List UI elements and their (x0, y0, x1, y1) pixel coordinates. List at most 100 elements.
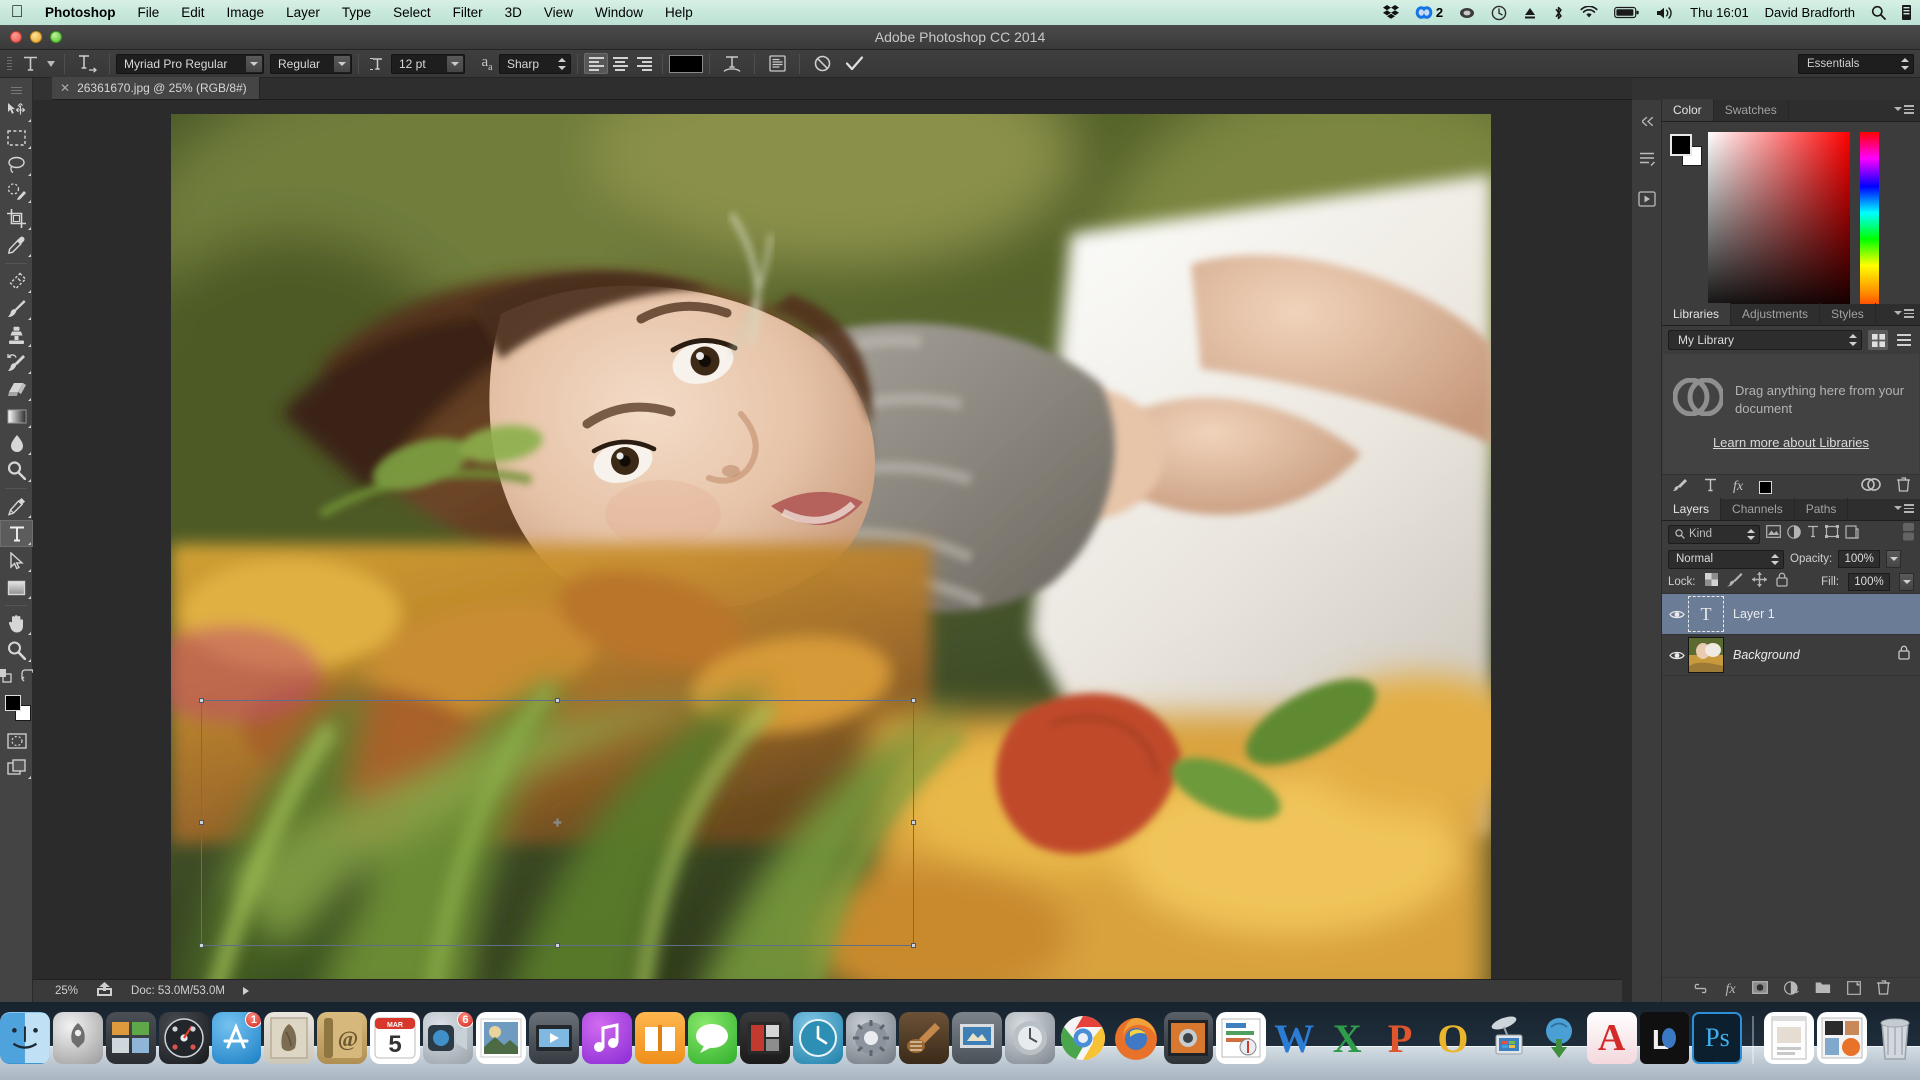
fill-value[interactable]: 100% (1848, 573, 1890, 591)
color-picker-field[interactable] (1708, 132, 1850, 320)
opacity-value[interactable]: 100% (1838, 550, 1881, 568)
dock-item-logic-pro[interactable]: L (1639, 1012, 1690, 1064)
delete-icon[interactable] (1897, 477, 1910, 497)
layer-visibility-toggle[interactable] (1666, 609, 1688, 620)
new-group-icon[interactable] (1815, 981, 1831, 999)
tool-submenu-indicator[interactable] (28, 659, 31, 662)
history-panel-icon[interactable] (1632, 144, 1662, 174)
screen-mode-icon[interactable] (0, 754, 33, 781)
dock-item-app-store[interactable]: 1 (211, 1012, 262, 1064)
dock-item-photo-app[interactable] (1163, 1012, 1214, 1064)
zoom-level[interactable]: 25% (55, 985, 78, 997)
foreground-background-color-chips[interactable] (0, 691, 33, 725)
sync-cc-icon[interactable] (1861, 478, 1881, 496)
dock-item-firefox[interactable] (1111, 1012, 1161, 1064)
cancel-edit-icon[interactable] (806, 53, 838, 75)
dock-item-downloads-stack[interactable] (1817, 1012, 1868, 1064)
actions-panel-icon[interactable] (1632, 184, 1662, 214)
dock-item-itunes[interactable] (581, 1012, 632, 1064)
add-layer-style-icon[interactable]: fx (1733, 479, 1743, 495)
layer-visibility-toggle[interactable] (1666, 650, 1688, 661)
spot-healing-brush-tool[interactable] (0, 268, 33, 295)
pen-tool[interactable] (0, 493, 33, 520)
dock-item-messages[interactable] (687, 1012, 738, 1064)
dock-item-evernote[interactable] (740, 1012, 791, 1064)
foreground-color-chip[interactable] (5, 695, 21, 711)
libraries-empty-state[interactable]: Drag anything here from your document Le… (1663, 354, 1919, 474)
new-adjustment-layer-icon[interactable] (1783, 980, 1799, 1000)
filter-type-icon[interactable] (1807, 525, 1819, 543)
spinner-arrows-icon[interactable] (1746, 529, 1755, 540)
tool-submenu-indicator[interactable] (28, 200, 31, 203)
table-row[interactable]: Background (1662, 635, 1920, 676)
eyedropper-tool[interactable] (0, 232, 33, 259)
tool-submenu-indicator[interactable] (28, 371, 31, 374)
tool-submenu-indicator[interactable] (28, 596, 31, 599)
wifi-icon[interactable] (1572, 0, 1606, 25)
tab-channels[interactable]: Channels (1721, 498, 1795, 520)
blur-tool[interactable] (0, 430, 33, 457)
fill-dropdown-arrow[interactable] (1899, 573, 1914, 591)
tab-styles[interactable]: Styles (1820, 303, 1876, 325)
color-panel-menu-icon[interactable] (1894, 105, 1914, 114)
menu-item-select[interactable]: Select (382, 0, 442, 25)
dodge-tool[interactable] (0, 457, 33, 484)
text-bounding-box[interactable]: ✚ (199, 698, 916, 948)
dock-item-launchpad[interactable] (52, 1012, 103, 1064)
commit-edit-icon[interactable] (838, 53, 870, 75)
dock-item-utility[interactable] (1004, 1012, 1055, 1064)
dock-item-dashboard[interactable] (158, 1012, 209, 1064)
tab-adjustments[interactable]: Adjustments (1731, 303, 1821, 325)
add-graphic-icon[interactable] (1672, 478, 1688, 497)
tool-submenu-indicator[interactable] (28, 632, 31, 635)
library-select[interactable]: My Library (1668, 330, 1862, 350)
dock-item-downloads-app[interactable] (1534, 1012, 1584, 1064)
menu-item-image[interactable]: Image (216, 0, 276, 25)
color-panel-chips[interactable] (1670, 134, 1702, 166)
spinner-arrows-icon[interactable] (557, 58, 566, 70)
horizontal-type-tool[interactable] (0, 520, 33, 547)
resize-handle-n[interactable] (554, 698, 560, 703)
brush-tool[interactable] (0, 295, 33, 322)
dock-item-system-preferences[interactable] (846, 1012, 897, 1064)
dock-item-microsoft-outlook[interactable]: O (1428, 1012, 1478, 1064)
tool-submenu-indicator[interactable] (28, 542, 31, 545)
volume-icon[interactable] (1648, 0, 1682, 25)
notification-center-icon[interactable] (1894, 0, 1920, 25)
anti-alias-select[interactable]: Sharp (499, 53, 571, 74)
chevron-down-icon[interactable] (447, 55, 463, 72)
battery-icon[interactable] (1606, 0, 1648, 25)
font-style-select[interactable]: Regular (270, 53, 352, 74)
color-panel[interactable] (1662, 122, 1920, 322)
resize-handle-w[interactable] (199, 820, 204, 825)
align-center-icon[interactable] (608, 53, 632, 74)
expand-panels-icon[interactable] (1632, 106, 1662, 136)
dock-item-imovie[interactable] (528, 1012, 579, 1064)
quick-selection-tool[interactable] (0, 178, 33, 205)
new-layer-icon[interactable] (1846, 980, 1861, 1000)
tool-submenu-indicator[interactable] (28, 569, 31, 572)
zoom-window-button[interactable] (50, 31, 62, 43)
apple-menu-icon[interactable]:  (0, 3, 34, 22)
type-tool-preset-arrow[interactable] (44, 53, 58, 75)
align-left-icon[interactable] (584, 53, 608, 74)
toolbar-grip[interactable] (0, 83, 32, 97)
tab-swatches[interactable]: Swatches (1714, 99, 1789, 121)
resize-handle-sw[interactable] (199, 943, 204, 948)
clone-stamp-tool[interactable] (0, 322, 33, 349)
filter-shape-icon[interactable] (1825, 525, 1839, 543)
layer-thumbnail[interactable]: T (1688, 596, 1724, 632)
default-foreground-background-icon[interactable] (0, 668, 12, 688)
layer-filter-kind-select[interactable]: Kind (1668, 524, 1760, 544)
tool-submenu-indicator[interactable] (28, 452, 31, 455)
dock-item-calendar[interactable]: 5 MAR (370, 1012, 421, 1064)
tool-submenu-indicator[interactable] (28, 776, 31, 779)
lock-image-pixels-icon[interactable] (1726, 572, 1743, 592)
resize-handle-e[interactable] (911, 820, 916, 825)
lock-all-icon[interactable] (1775, 572, 1788, 592)
resize-handle-se[interactable] (911, 943, 916, 948)
tool-submenu-indicator[interactable] (28, 398, 31, 401)
eraser-tool[interactable] (0, 376, 33, 403)
close-tab-icon[interactable]: ✕ (60, 81, 70, 95)
filter-enable-toggle[interactable] (1903, 522, 1914, 546)
